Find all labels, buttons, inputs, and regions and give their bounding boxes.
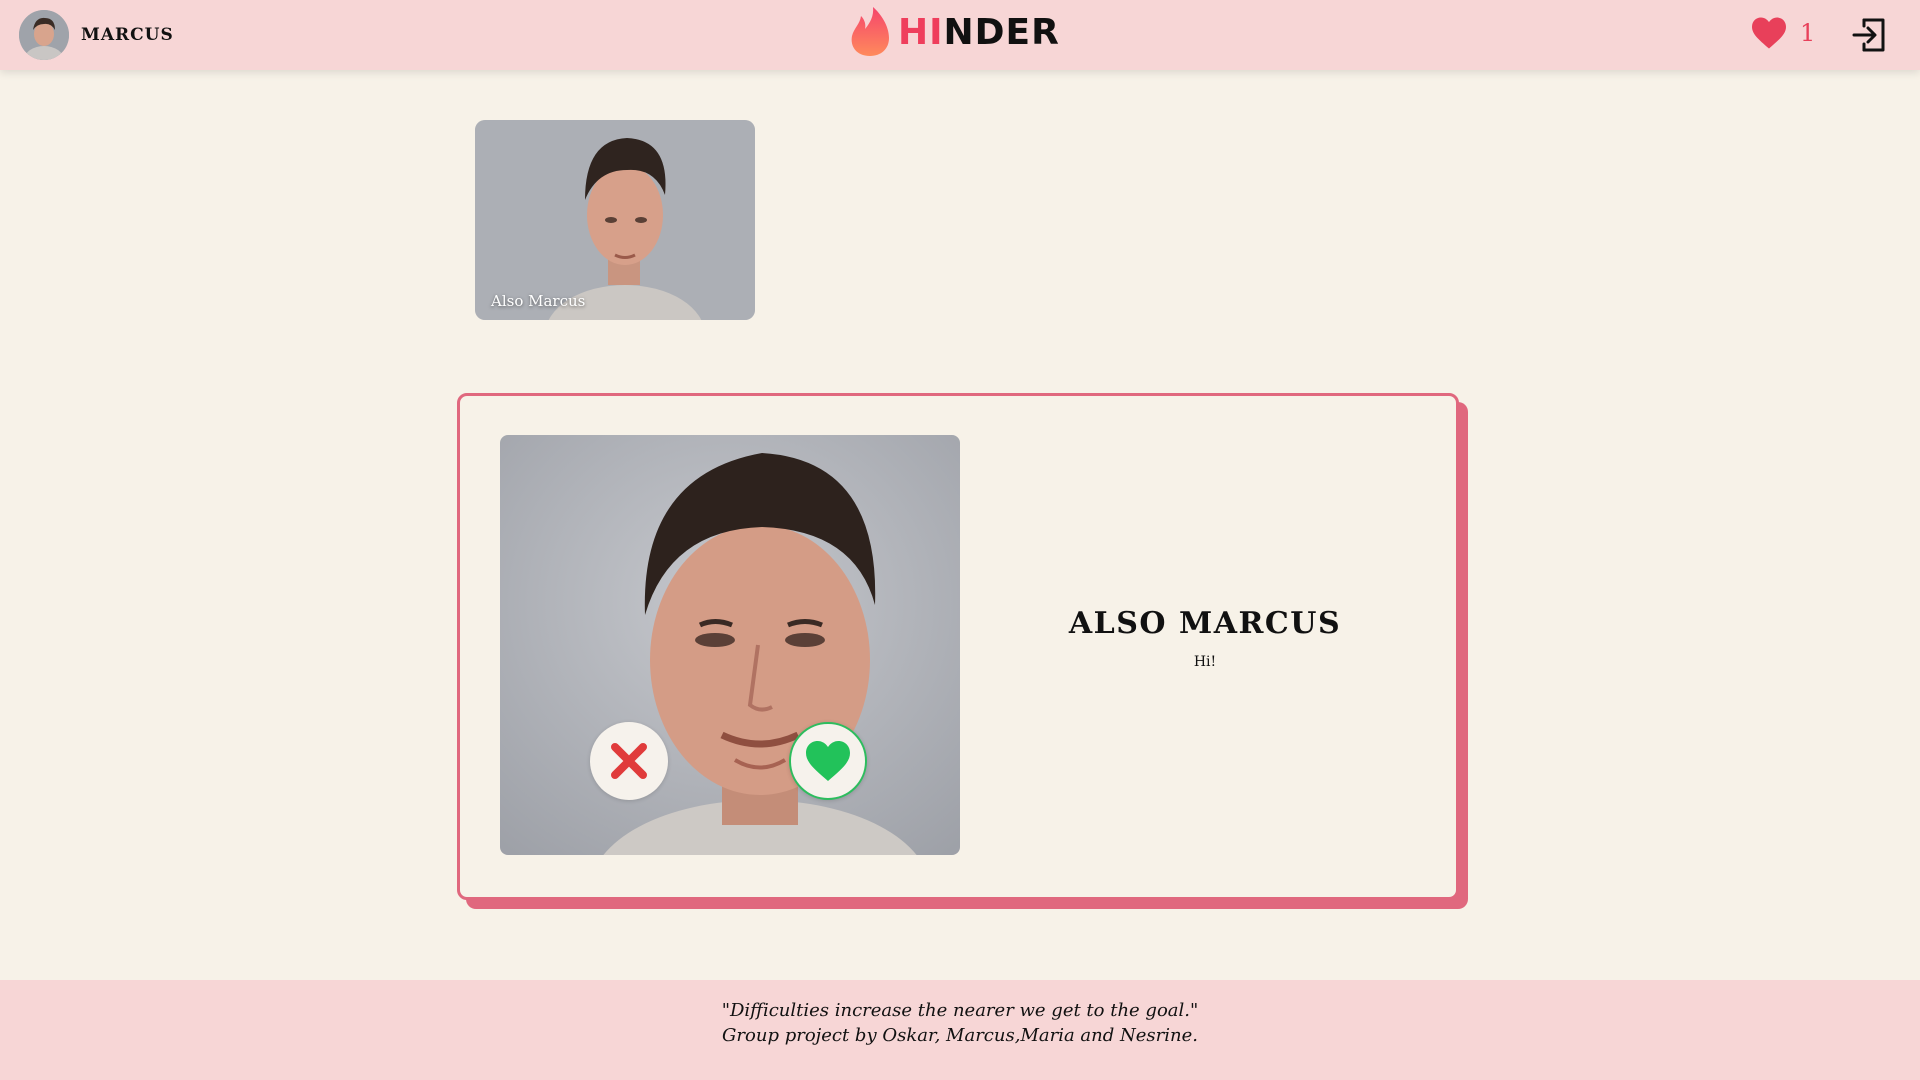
profile-bio: Hi! bbox=[1193, 654, 1217, 670]
footer-quote: "Difficulties increase the nearer we get… bbox=[721, 1000, 1199, 1021]
footer: "Difficulties increase the nearer we get… bbox=[0, 980, 1920, 1080]
footer-credits: Group project by Oskar, Marcus,Maria and… bbox=[722, 1025, 1198, 1046]
match-photo bbox=[475, 120, 755, 320]
dislike-button[interactable] bbox=[590, 722, 668, 800]
username-label: MARCUS bbox=[81, 25, 174, 45]
logo-hi: HI bbox=[898, 11, 944, 53]
logo-rest: NDER bbox=[943, 11, 1060, 53]
heart-icon bbox=[806, 741, 850, 781]
close-icon bbox=[611, 743, 647, 779]
likes-counter[interactable]: 1 bbox=[1750, 16, 1815, 50]
flame-icon bbox=[851, 7, 889, 56]
user-avatar[interactable] bbox=[19, 10, 69, 60]
logo-wordmark: HINDER bbox=[898, 12, 1060, 53]
profile-photo bbox=[500, 435, 960, 855]
likes-count: 1 bbox=[1800, 19, 1816, 47]
profile-name: ALSO MARCUS bbox=[1068, 606, 1342, 641]
profile-card: ALSO MARCUS Hi! bbox=[457, 393, 1459, 900]
logout-icon bbox=[1852, 18, 1885, 52]
heart-icon bbox=[1752, 17, 1786, 49]
user-profile[interactable]: MARCUS bbox=[19, 10, 174, 60]
match-name: Also Marcus bbox=[491, 292, 586, 310]
match-card[interactable]: Also Marcus bbox=[475, 120, 755, 320]
top-navbar: MARCUS HINDER 1 bbox=[0, 0, 1920, 70]
app-logo[interactable]: HINDER bbox=[848, 6, 1060, 58]
like-button[interactable] bbox=[789, 722, 867, 800]
logout-button[interactable] bbox=[1850, 16, 1888, 54]
